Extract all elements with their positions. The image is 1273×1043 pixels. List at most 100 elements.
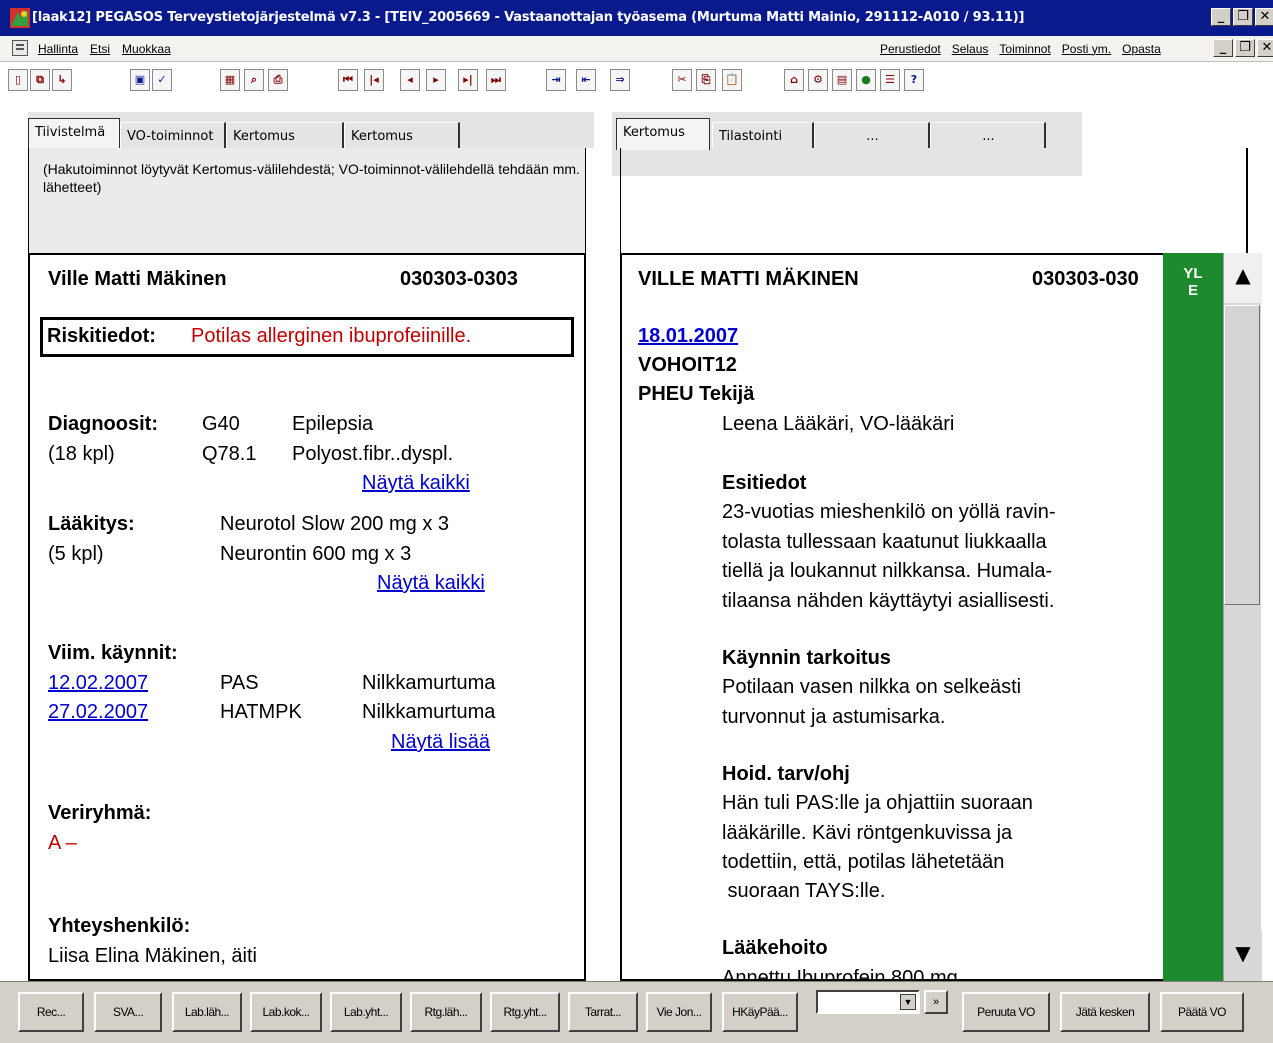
scroll-thumb[interactable]	[1224, 305, 1260, 605]
export-icon[interactable]: ⇒	[610, 69, 630, 91]
insert-icon[interactable]: ⇥	[546, 69, 566, 91]
settings-icon[interactable]: ⚙	[808, 69, 828, 91]
section-line: tolasta tullessaan kaatunut liukkaalla	[722, 531, 1047, 553]
section-line: 23-vuotias mieshenkilö on yöllä ravin-	[722, 501, 1056, 523]
menu-selaus[interactable]: Selaus	[952, 42, 989, 56]
bottom-button-bar: Rec... SVA... Lab.läh... Lab.kok... Lab.…	[0, 981, 1273, 1043]
scroll-down-icon[interactable]: ▼	[1224, 931, 1262, 981]
record-panel: VILLE MATTI MÄKINEN 030303-030 18.01.200…	[620, 253, 1165, 981]
check-icon[interactable]: ✓	[152, 69, 172, 91]
record-date-link[interactable]: 18.01.2007	[638, 324, 738, 348]
visits-label: Viim. käynnit:	[48, 642, 178, 664]
lab-kok-button[interactable]: Lab.kok...	[250, 992, 322, 1032]
search-icon[interactable]: ⌕	[244, 69, 264, 91]
toolbar: ▯ ⧉ ↳ ▣ ✓ ▦ ⌕ ⎙ ⏮ |◂ ◂ ▸ ▸| ⏭ ⇥ ⇤ ⇒ ✂ ⎘ …	[0, 62, 1273, 102]
next-page-icon[interactable]: ▸|	[458, 69, 478, 91]
info-text: (Hakutoiminnot löytyvät Kertomus-välileh…	[43, 161, 580, 195]
info-box: (Hakutoiminnot löytyvät Kertomus-välileh…	[28, 148, 586, 254]
contact-value: Liisa Elina Mäkinen, äiti	[48, 945, 257, 967]
section-heading: Hoid. tarv/ohj	[722, 763, 850, 785]
prev-page-icon[interactable]: |◂	[364, 69, 384, 91]
minimize-icon[interactable]: _	[1211, 8, 1231, 26]
chevron-down-icon[interactable]: ▼	[900, 994, 916, 1010]
diagnoses-count: (18 kpl)	[48, 443, 115, 465]
record-scrollbar[interactable]: ▲ ▼	[1223, 253, 1262, 981]
document-icon[interactable]: ▤	[832, 69, 852, 91]
tarrat-button[interactable]: Tarrat...	[568, 992, 638, 1032]
show-all-medications-link[interactable]: Näytä kaikki	[377, 571, 485, 595]
close-icon[interactable]: ✕	[1255, 8, 1273, 26]
mdi-minimize-icon[interactable]: _	[1213, 39, 1233, 57]
cut-icon[interactable]: ✂	[672, 69, 692, 91]
tab-empty-2[interactable]: ...	[930, 122, 1046, 148]
tab-kertomus-right[interactable]: Kertomus	[616, 118, 710, 150]
window-controls: _ ❐ ✕	[1211, 8, 1273, 26]
app-logo-icon	[10, 8, 30, 28]
record-author: Leena Lääkäri, VO-lääkäri	[722, 413, 955, 435]
menu-opasta[interactable]: Opasta	[1122, 42, 1161, 56]
restore-icon[interactable]: ❐	[1233, 8, 1253, 26]
menu-posti[interactable]: Posti ym.	[1062, 42, 1111, 56]
section-line: Potilaan vasen nilkka on selkeästi	[722, 676, 1022, 698]
menu-perustiedot[interactable]: Perustiedot	[880, 42, 941, 56]
tab-empty-1[interactable]: ...	[814, 122, 930, 148]
menu-muokkaa[interactable]: Muokkaa	[122, 42, 171, 56]
section-line: tiellä ja loukannut nilkkansa. Humala-	[722, 560, 1053, 582]
risk-text: Potilas allerginen ibuprofeiinille.	[191, 325, 472, 347]
rec-button[interactable]: Rec...	[18, 992, 84, 1032]
tab-vo-toiminnot[interactable]: VO-toiminnot	[120, 122, 226, 148]
mdi-restore-icon[interactable]: ❐	[1235, 39, 1255, 57]
last-icon[interactable]: ⏭	[486, 69, 506, 91]
scroll-up-icon[interactable]: ▲	[1224, 253, 1262, 303]
peruuta-vo-button[interactable]: Peruuta VO	[962, 992, 1050, 1032]
menu-toiminnot[interactable]: Toiminnot	[999, 42, 1050, 56]
first-icon[interactable]: ⏮	[338, 69, 358, 91]
jata-kesken-button[interactable]: Jätä kesken	[1060, 992, 1150, 1032]
menu-hallinta[interactable]: Hallinta	[38, 42, 78, 56]
visit-date-link[interactable]: 12.02.2007	[48, 671, 148, 695]
mdi-close-icon[interactable]: ✕	[1257, 39, 1273, 57]
notes-icon[interactable]: ☰	[880, 69, 900, 91]
hkaypaa-button[interactable]: HKäyPää...	[722, 992, 798, 1032]
lab-yht-button[interactable]: Lab.yht...	[330, 992, 402, 1032]
globe-icon[interactable]: ●	[856, 69, 876, 91]
show-more-visits-link[interactable]: Näytä lisää	[391, 730, 490, 754]
open-icon[interactable]: ↳	[52, 69, 72, 91]
section-line: tilaansa nähden käyttäytyi asiallisesti.	[722, 590, 1055, 612]
clipboard-icon[interactable]: 📋	[722, 69, 742, 91]
medication-item: Neurontin 600 mg x 3	[220, 543, 412, 565]
window-title: [laak12] PEGASOS Terveystietojärjestelmä…	[32, 10, 1025, 25]
tab-kertomus-1[interactable]: Kertomus	[226, 122, 344, 148]
vie-jon-button[interactable]: Vie Jon...	[646, 992, 712, 1032]
tab-tiivistelma[interactable]: Tiivistelmä	[28, 118, 120, 150]
copy-icon[interactable]: ⧉	[30, 69, 50, 91]
home-icon[interactable]: ⌂	[784, 69, 804, 91]
bottom-select[interactable]: ▼	[816, 990, 920, 1014]
sva-button[interactable]: SVA...	[94, 992, 162, 1032]
help-icon[interactable]: ?	[904, 69, 924, 91]
sub-icon[interactable]: ⇤	[576, 69, 596, 91]
risk-box: Riskitiedot: Potilas allerginen ibuprofe…	[40, 317, 574, 357]
document-menu-icon[interactable]	[12, 40, 28, 56]
tab-kertomus-2[interactable]: Kertomus	[344, 122, 460, 148]
next-icon[interactable]: ▸	[426, 69, 446, 91]
tab-tilastointi[interactable]: Tilastointi	[712, 122, 814, 148]
save-icon[interactable]: ▣	[130, 69, 150, 91]
show-all-diagnoses-link[interactable]: Näytä kaikki	[362, 471, 470, 495]
menu-bar: Hallinta Etsi Muokkaa Perustiedot Selaus…	[0, 36, 1273, 62]
forward-button[interactable]: »	[924, 990, 948, 1014]
section-line: turvonnut ja astumisarka.	[722, 706, 946, 728]
menu-etsi[interactable]: Etsi	[90, 42, 110, 56]
visit-date-link[interactable]: 27.02.2007	[48, 700, 148, 724]
prev-icon[interactable]: ◂	[400, 69, 420, 91]
yle-tag-line2: E	[1187, 282, 1198, 299]
rtg-lah-button[interactable]: Rtg.läh...	[410, 992, 482, 1032]
rtg-yht-button[interactable]: Rtg.yht...	[490, 992, 560, 1032]
calculator-icon[interactable]: ▦	[220, 69, 240, 91]
print-icon[interactable]: ⎙	[268, 69, 288, 91]
yle-tag[interactable]: YL E	[1163, 265, 1223, 299]
lab-lah-button[interactable]: Lab.läh...	[172, 992, 242, 1032]
paata-vo-button[interactable]: Päätä VO	[1160, 992, 1244, 1032]
paste-icon[interactable]: ⎘	[696, 69, 716, 91]
new-icon[interactable]: ▯	[8, 69, 28, 91]
